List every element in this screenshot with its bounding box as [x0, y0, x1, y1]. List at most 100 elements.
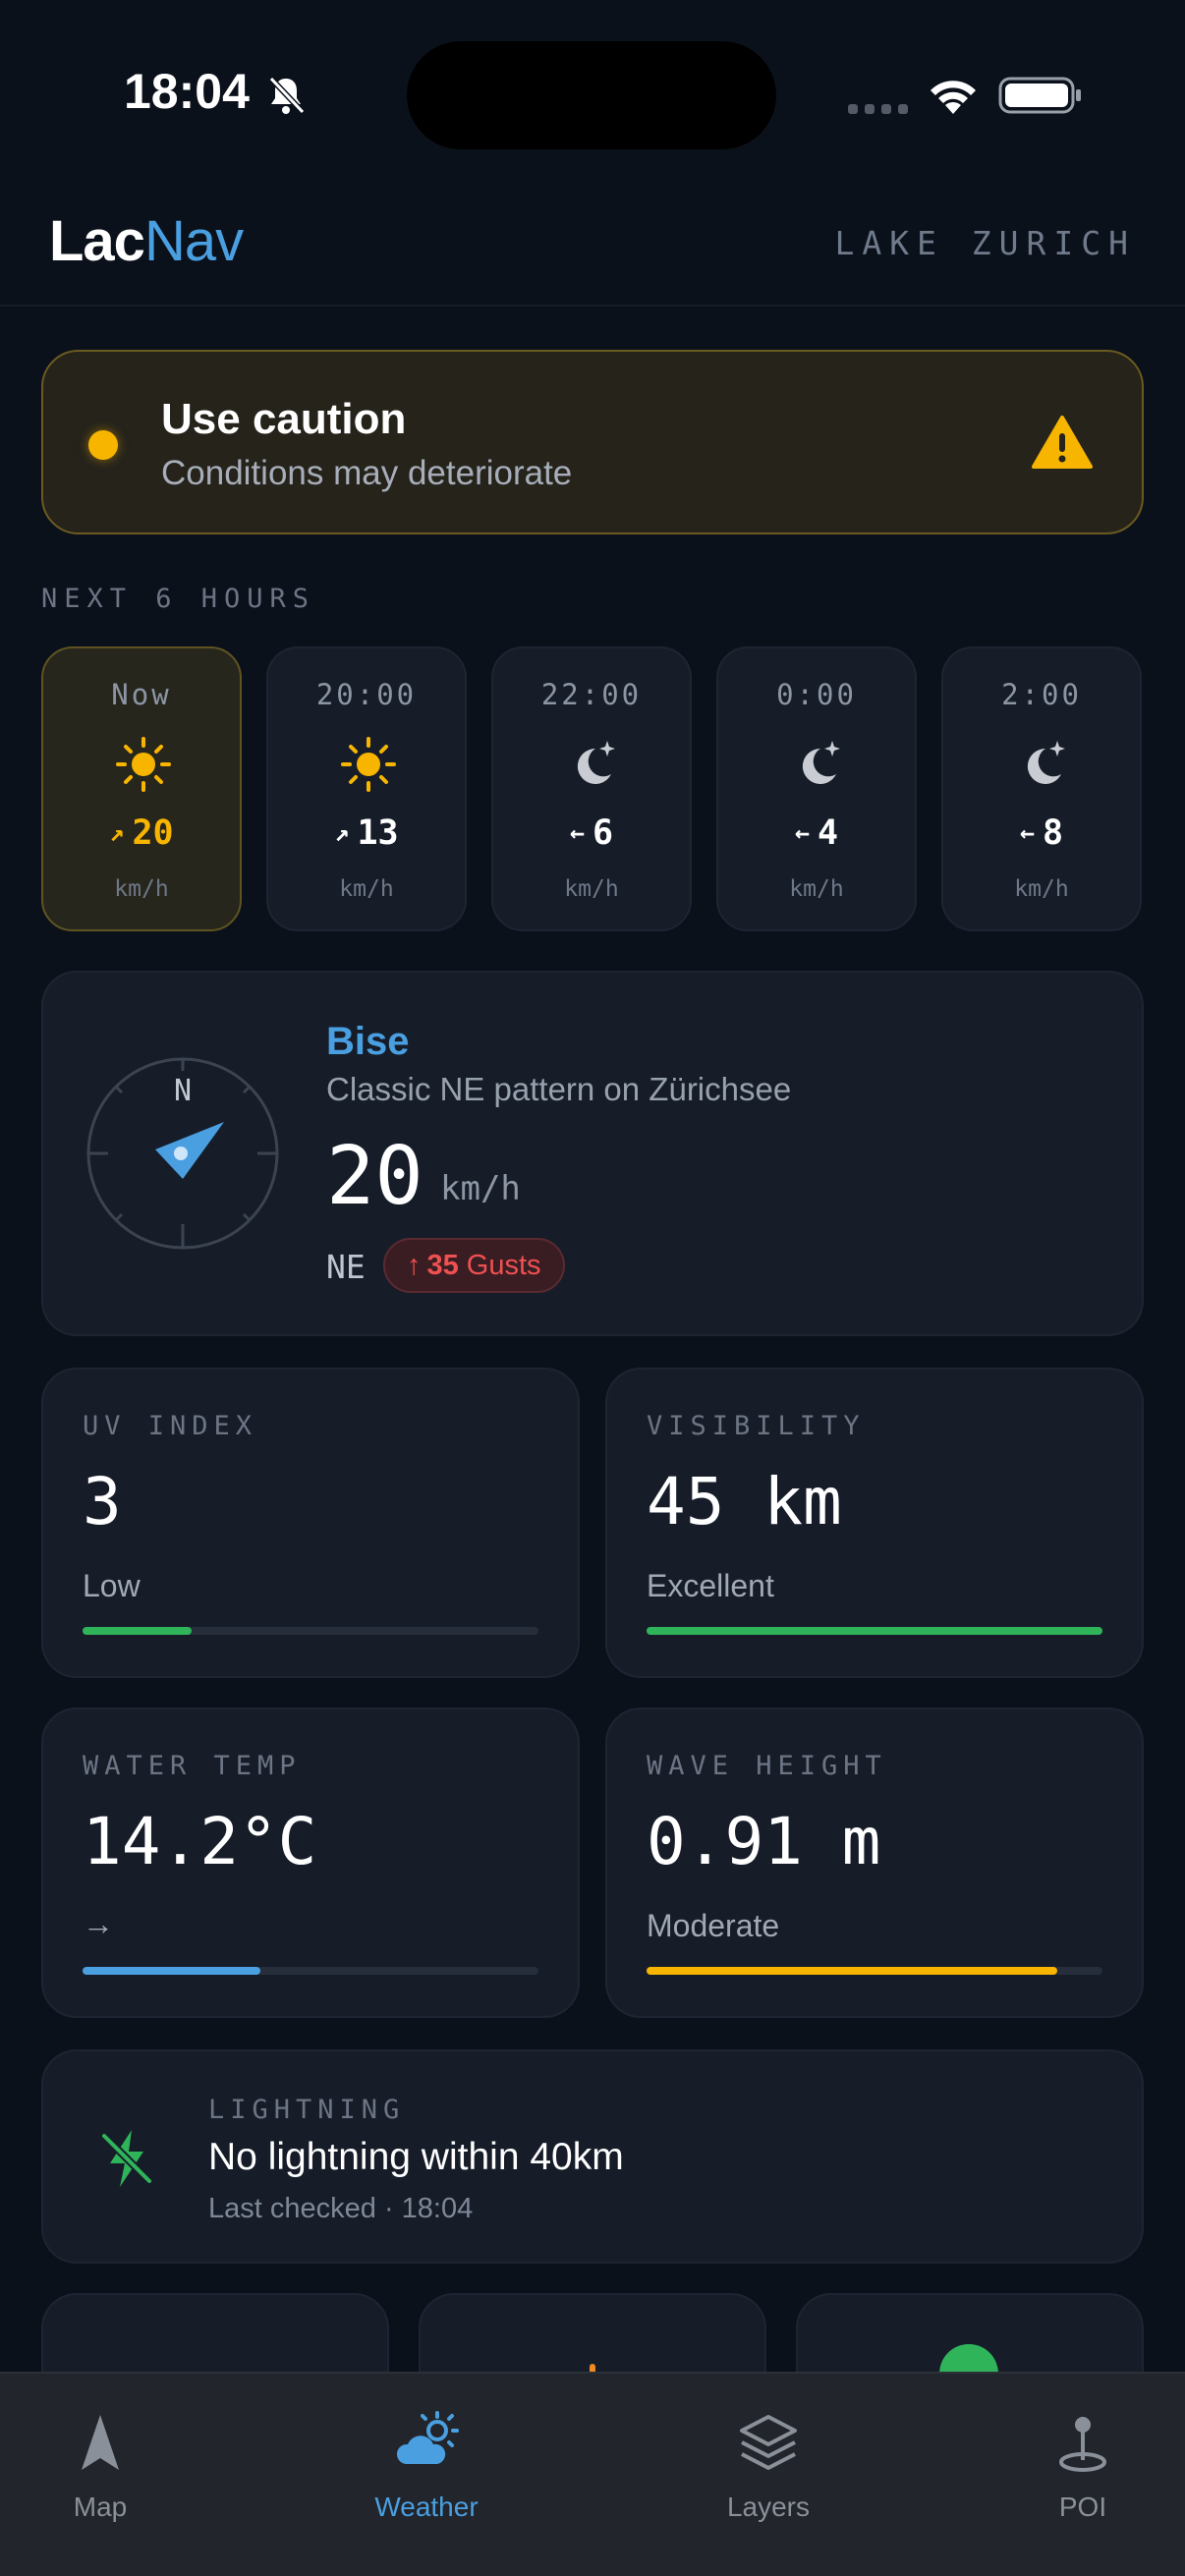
wind-card[interactable]: N Bise Classic NE pattern on Zürichsee 2… [41, 971, 1144, 1336]
caution-status-dot [88, 430, 118, 460]
forecast-hour-wind: ← 4 [718, 813, 915, 853]
tab-layers[interactable]: Layers [670, 2409, 867, 2523]
metric-progress-fill [83, 1627, 193, 1635]
caution-banner[interactable]: Use caution Conditions may deteriorate [41, 350, 1144, 534]
metric-progress-track [647, 1627, 1102, 1635]
forecast-wind-value: 6 [592, 813, 614, 853]
metric-value: 0.91 m [647, 1804, 881, 1879]
wind-direction-arrow-icon: ← [1019, 818, 1035, 847]
forecast-hour-unit: km/h [114, 876, 169, 902]
lightning-label: LIGHTNING [208, 2095, 406, 2125]
status-bar: 18:04 [0, 0, 1185, 187]
forecast-hour-wind: ← 8 [943, 813, 1140, 853]
metric-progress-fill [83, 1967, 260, 1975]
wind-direction-arrow-icon: ↗ [334, 818, 350, 847]
forecast-hour-card[interactable]: 0:00 ← 4 km/h [716, 646, 917, 931]
cellular-signal-icon [848, 104, 908, 114]
metric-progress-track [647, 1967, 1102, 1975]
forecast-hour-card[interactable]: 2:00 ← 8 km/h [941, 646, 1142, 931]
wind-direction-arrow-icon: ← [794, 818, 810, 847]
forecast-hour-card[interactable]: 20:00 ↗ 13 km/h [266, 646, 467, 931]
app-logo[interactable]: LacNav [49, 208, 244, 274]
compass-icon: N [86, 1057, 279, 1250]
sun-icon [116, 737, 171, 792]
wind-pattern-name: Bise [326, 1020, 410, 1063]
lightning-off-icon [101, 2130, 152, 2187]
metric-progress-fill [647, 1627, 1102, 1635]
metric-value: 14.2°C [83, 1804, 317, 1879]
tab-label: Layers [726, 2492, 811, 2522]
metric-progress-track [83, 1627, 538, 1635]
gust-value: 35 [426, 1249, 459, 1281]
moon-stars-icon [802, 741, 840, 784]
moon-stars-icon [1027, 741, 1065, 784]
metric-label: VISIBILITY [647, 1411, 866, 1441]
hourly-forecast: Now ↗ 20 km/h 20:00 ↗ 13 km/h 22:00 ← 6 … [41, 646, 1144, 931]
forecast-hour-unit: km/h [1014, 876, 1069, 902]
lightning-last-checked: Last checked · 18:04 [208, 2193, 474, 2224]
wind-direction-arrow-icon: ↗ [109, 818, 125, 847]
caution-title: Use caution [161, 395, 407, 443]
metric-label: WAVE HEIGHT [647, 1751, 887, 1781]
water-temp-card[interactable]: WATER TEMP 14.2°C → [41, 1708, 580, 2018]
metric-progress-fill [647, 1967, 1057, 1975]
tab-weather[interactable]: Weather [328, 2409, 525, 2523]
dynamic-island [407, 41, 776, 149]
logo-part-2: Nav [143, 209, 244, 273]
forecast-wind-value: 8 [1042, 813, 1064, 853]
caution-subtitle: Conditions may deteriorate [161, 454, 573, 492]
gust-badge: ↑ 35 Gusts [383, 1238, 565, 1293]
forecast-hour-wind: ↗ 13 [268, 813, 465, 853]
wind-speed-unit: km/h [440, 1169, 521, 1208]
gust-label: Gusts [466, 1249, 541, 1281]
wind-direction-arrow-icon: ← [569, 818, 585, 847]
lightning-card[interactable]: LIGHTNING No lightning within 40km Last … [41, 2049, 1144, 2264]
metric-label: WATER TEMP [83, 1751, 302, 1781]
forecast-hour-time: 22:00 [540, 678, 643, 711]
forecast-hour-time: Now [111, 678, 172, 711]
wind-pattern-description: Classic NE pattern on Zürichsee [326, 1071, 792, 1107]
forecast-wind-value: 20 [132, 813, 174, 853]
forecast-hour-card[interactable]: Now ↗ 20 km/h [41, 646, 242, 931]
forecast-section-label: NEXT 6 HOURS [41, 584, 316, 614]
bell-slash-icon [268, 76, 306, 115]
layers-icon [740, 2415, 797, 2470]
tab-label: POI [1058, 2492, 1107, 2522]
forecast-hour-unit: km/h [789, 876, 844, 902]
wifi-icon [931, 81, 976, 114]
forecast-hour-time: 2:00 [1001, 678, 1082, 711]
metric-value: 3 [83, 1464, 122, 1540]
tab-label: Map [73, 2492, 128, 2522]
tab-bar: Map Weather Layers POI [0, 2372, 1185, 2576]
wave-height-card[interactable]: WAVE HEIGHT 0.91 m Moderate [605, 1708, 1144, 2018]
wind-direction: NE [326, 1248, 366, 1286]
forecast-hour-unit: km/h [564, 876, 619, 902]
location-label[interactable]: LAKE ZURICH [834, 224, 1136, 262]
forecast-hour-wind: ↗ 20 [43, 813, 240, 853]
logo-part-1: Lac [49, 209, 145, 273]
metric-status: Excellent [647, 1568, 774, 1603]
moon-stars-icon [577, 741, 615, 784]
sun-icon [341, 737, 396, 792]
forecast-hour-card[interactable]: 22:00 ← 6 km/h [491, 646, 692, 931]
app-header: LacNav LAKE ZURICH [0, 187, 1185, 307]
navigation-arrow-icon [82, 2415, 119, 2470]
forecast-wind-value: 13 [357, 813, 399, 853]
warning-triangle-icon [1032, 416, 1093, 469]
tab-poi[interactable]: POI [985, 2409, 1181, 2523]
forecast-wind-value: 4 [817, 813, 839, 853]
metric-value: 45 km [647, 1464, 842, 1540]
forecast-hour-wind: ← 6 [493, 813, 690, 853]
gust-arrow-icon: ↑ [407, 1249, 422, 1281]
trend-arrow-icon: → [83, 1906, 114, 1941]
metric-status: Low [83, 1568, 141, 1603]
compass-north-label: N [174, 1074, 192, 1108]
status-time: 18:04 [124, 64, 250, 119]
metric-progress-track [83, 1967, 538, 1975]
visibility-card[interactable]: VISIBILITY 45 km Excellent [605, 1368, 1144, 1678]
lightning-status: No lightning within 40km [208, 2136, 624, 2178]
tab-map[interactable]: Map [2, 2409, 198, 2523]
forecast-hour-time: 0:00 [776, 678, 857, 711]
uv-index-card[interactable]: UV INDEX 3 Low [41, 1368, 580, 1678]
battery-icon [998, 77, 1081, 114]
